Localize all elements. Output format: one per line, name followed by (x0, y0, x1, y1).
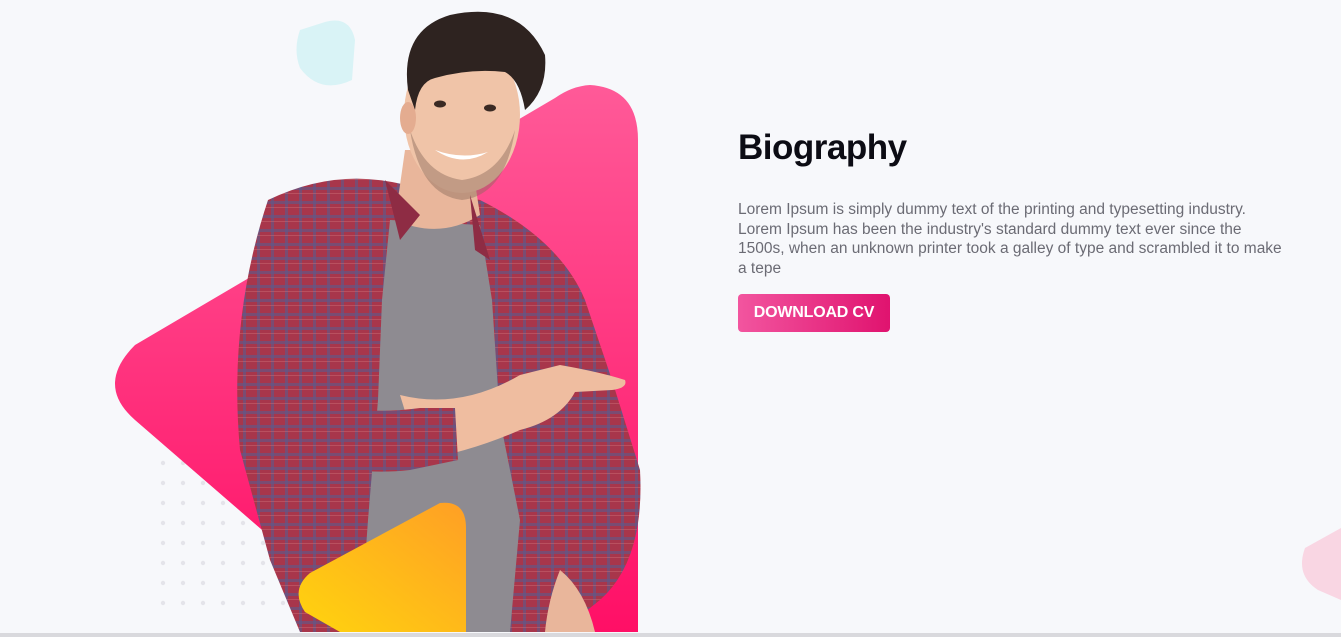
pink-corner-shape (1301, 528, 1341, 600)
biography-text: Lorem Ipsum is simply dummy text of the … (738, 201, 1282, 277)
bottom-divider (0, 633, 1341, 637)
biography-content: Biography Lorem Ipsum is simply dummy te… (738, 124, 1283, 332)
biography-section: Biography Lorem Ipsum is simply dummy te… (0, 0, 1341, 637)
biography-title: Biography (738, 128, 907, 167)
cyan-triangle-shape (296, 20, 355, 86)
download-cv-button[interactable]: DOWNLOAD CV (738, 294, 890, 332)
